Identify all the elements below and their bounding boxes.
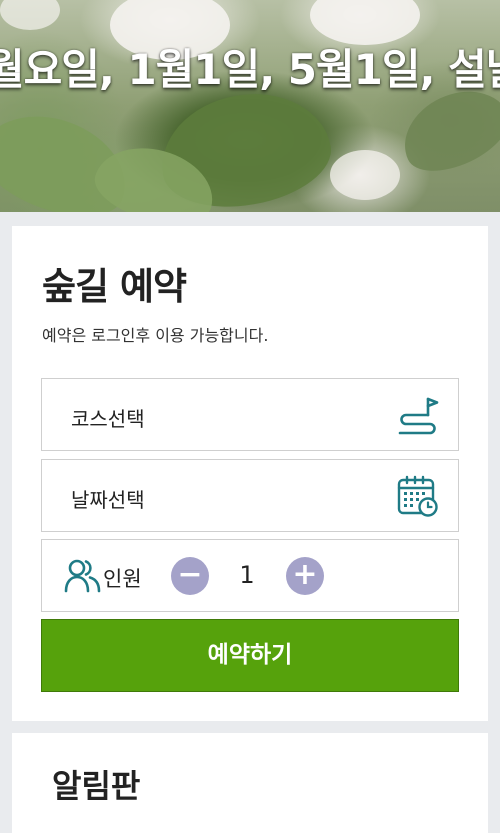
people-icon <box>64 559 101 593</box>
login-required-notice: 예약은 로그인후 이용 가능합니다. <box>42 326 269 345</box>
increase-people-button[interactable]: + <box>286 557 324 595</box>
people-label: 인원 <box>103 567 142 591</box>
reserve-button[interactable]: 예약하기 <box>41 619 459 692</box>
course-flag-icon <box>398 397 439 435</box>
calendar-clock-icon <box>397 475 438 517</box>
reservation-card: 숲길 예약 예약은 로그인후 이용 가능합니다. 코스선택 날짜선택 인원 − … <box>12 226 488 721</box>
hero-blossom <box>0 0 60 30</box>
notice-board-card: 알림판 <box>12 733 488 833</box>
people-count-value: 1 <box>239 561 255 589</box>
notice-board-title: 알림판 <box>52 767 141 805</box>
decrease-people-button[interactable]: − <box>171 557 209 595</box>
course-select[interactable]: 코스선택 <box>41 378 459 451</box>
reservation-title: 숲길 예약 <box>42 265 187 308</box>
hero-banner: 월요일, 1월1일, 5월1일, 설날 <box>0 0 500 212</box>
date-select[interactable]: 날짜선택 <box>41 459 459 532</box>
hero-closing-days-text: 월요일, 1월1일, 5월1일, 설날 <box>0 45 500 94</box>
hero-blossom <box>330 150 400 200</box>
course-select-label: 코스선택 <box>71 407 145 431</box>
people-count-field: 인원 − 1 + <box>41 539 459 612</box>
date-select-label: 날짜선택 <box>71 488 145 512</box>
